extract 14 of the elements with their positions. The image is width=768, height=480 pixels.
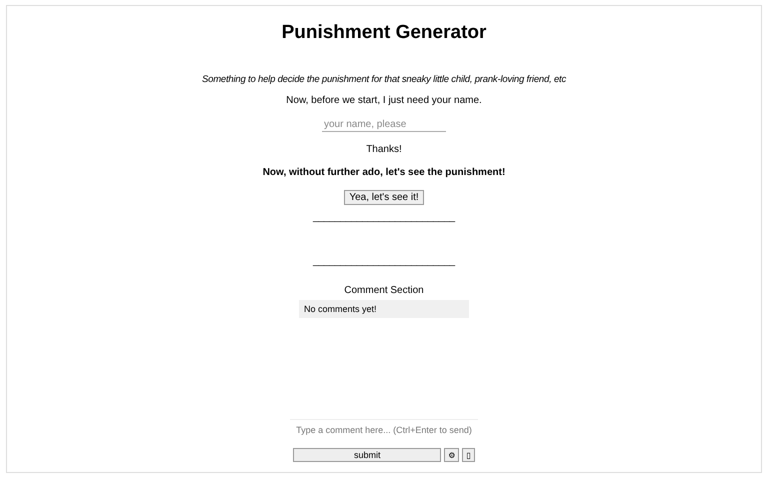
thanks-text: Thanks! — [366, 144, 402, 155]
name-prompt: Now, before we start, I just need your name. — [286, 95, 482, 106]
separator-line: __________________________ — [313, 255, 455, 269]
separator-line: __________________________ — [313, 211, 455, 225]
page-title: Punishment Generator — [282, 22, 486, 44]
settings-button[interactable]: ⚙ — [444, 448, 460, 462]
submit-button[interactable]: submit — [293, 448, 442, 462]
comment-heading: Comment Section — [344, 285, 424, 296]
empty-comments-message: No comments yet! — [299, 300, 469, 318]
reveal-button[interactable]: Yea, let's see it! — [344, 190, 424, 205]
extra-button[interactable]: ▯ — [462, 448, 475, 462]
tagline: Something to help decide the punishment for that sneaky little child, prank-loving friend, etc — [202, 74, 566, 85]
name-field[interactable]: your name, please — [322, 118, 446, 132]
lead-in-text: Now, without further ado, let's see the punishment! — [262, 167, 506, 178]
